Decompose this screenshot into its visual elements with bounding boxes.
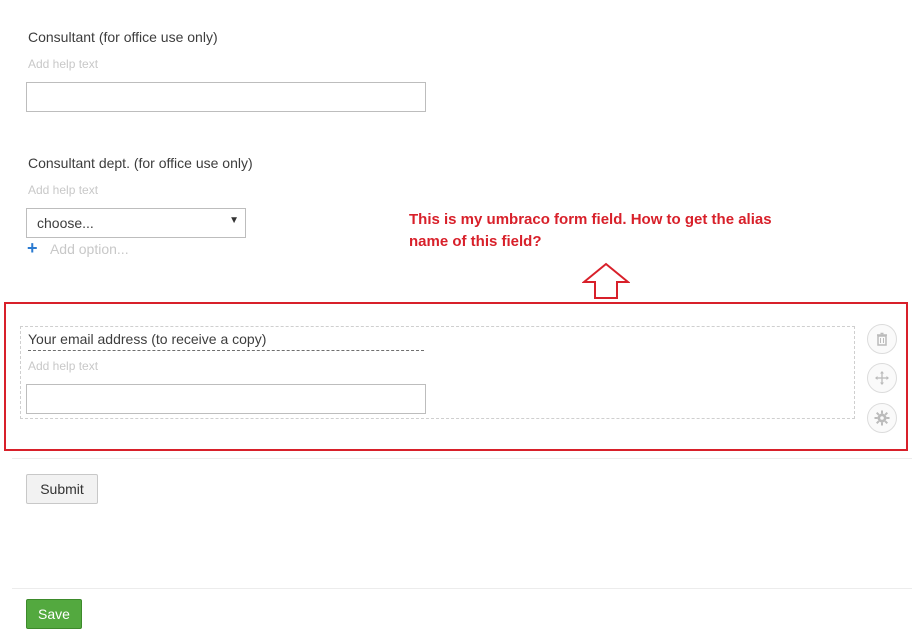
field-settings-button[interactable] — [867, 403, 897, 433]
footer-divider — [12, 588, 912, 589]
move-field-button[interactable] — [867, 363, 897, 393]
consultant-dept-help-text[interactable]: Add help text — [28, 183, 98, 197]
annotation-text: This is my umbraco form field. How to ge… — [409, 209, 889, 253]
email-help-text[interactable]: Add help text — [28, 359, 98, 373]
up-arrow-icon — [582, 262, 630, 299]
select-value: choose... — [37, 215, 94, 231]
annotation-line-1: This is my umbraco form field. How to ge… — [409, 211, 772, 228]
gear-icon — [874, 410, 890, 426]
caret-down-icon: ▼ — [229, 215, 239, 226]
save-button[interactable]: Save — [26, 599, 82, 629]
delete-field-button[interactable] — [867, 324, 897, 354]
email-input[interactable] — [26, 384, 426, 414]
consultant-dept-select[interactable]: choose... ▼ — [26, 208, 246, 238]
add-option-label: Add option... — [49, 241, 129, 257]
consultant-help-text[interactable]: Add help text — [28, 57, 98, 71]
submit-button[interactable]: Submit — [26, 474, 98, 504]
move-icon — [875, 371, 889, 385]
add-option-row[interactable]: + Add option... — [27, 238, 129, 259]
consultant-label: Consultant (for office use only) — [28, 29, 218, 45]
email-label[interactable]: Your email address (to receive a copy) — [28, 331, 424, 351]
trash-icon — [877, 332, 887, 346]
plus-icon: + — [27, 238, 38, 258]
divider — [12, 458, 912, 459]
annotation-line-2: name of this field? — [409, 233, 542, 250]
consultant-dept-label: Consultant dept. (for office use only) — [28, 155, 253, 171]
consultant-input[interactable] — [26, 82, 426, 112]
